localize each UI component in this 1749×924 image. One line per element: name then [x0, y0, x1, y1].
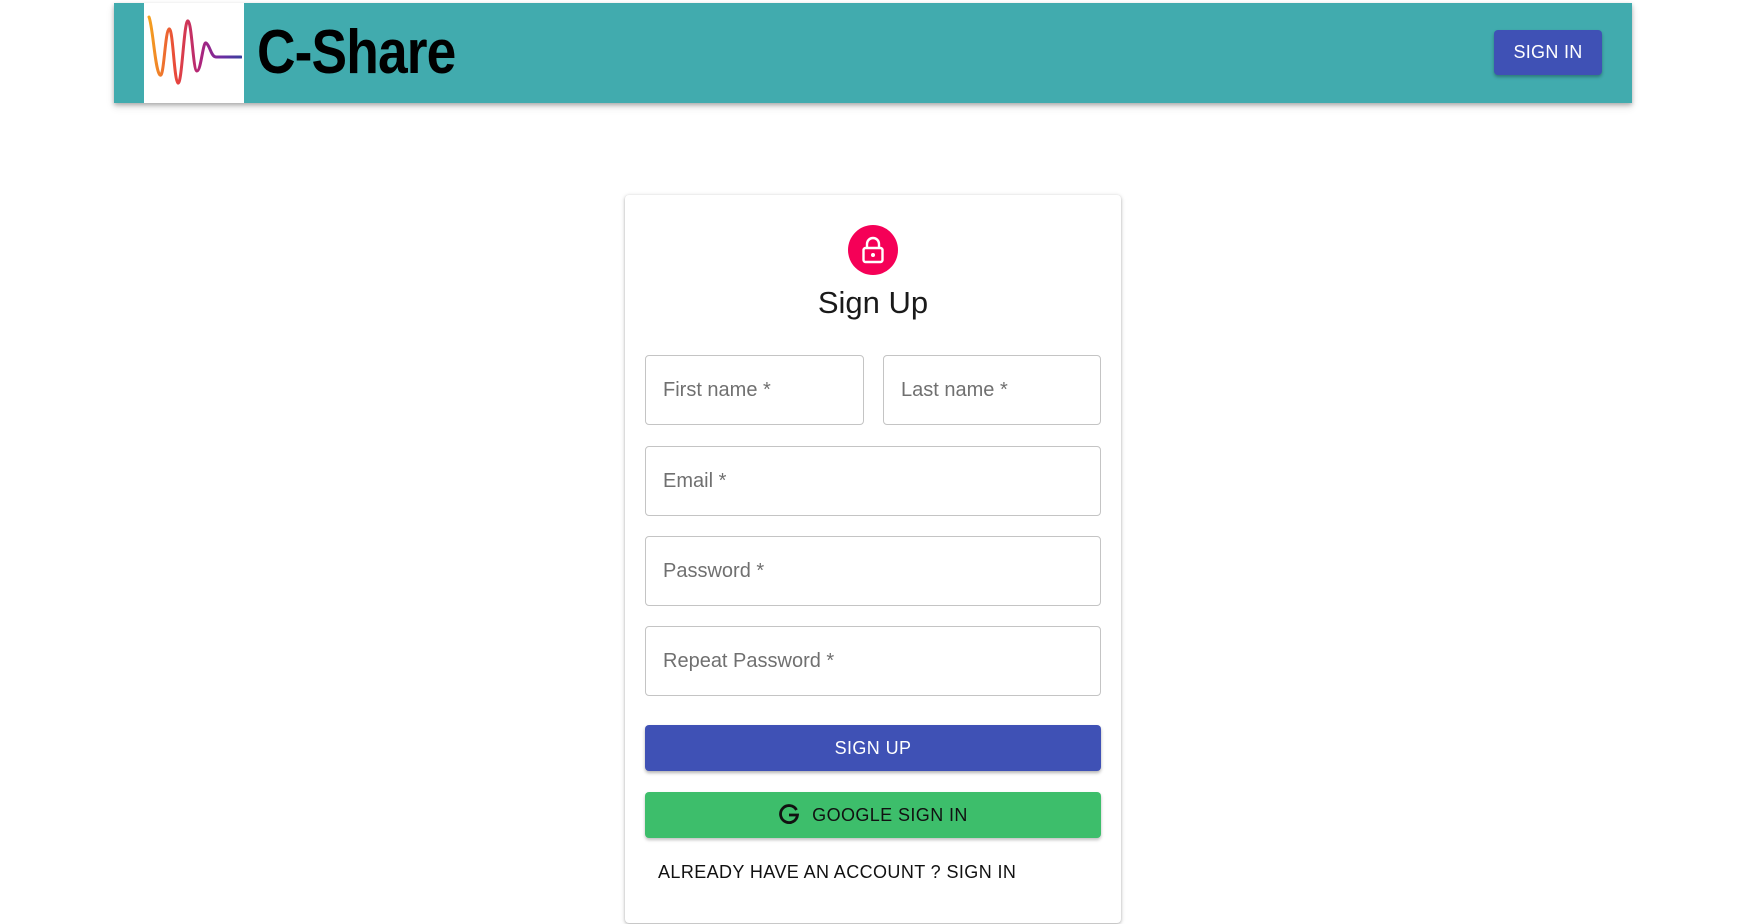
- email-input[interactable]: [645, 446, 1101, 516]
- lock-avatar: [848, 225, 898, 275]
- header-sign-in-button[interactable]: SIGN IN: [1494, 30, 1602, 75]
- waveform-logo-icon: [147, 15, 242, 85]
- google-g-icon: [778, 804, 800, 826]
- last-name-input[interactable]: [883, 355, 1101, 425]
- google-sign-in-label: GOOGLE SIGN IN: [812, 804, 968, 825]
- app-bar: C-Share SIGN IN: [114, 3, 1632, 103]
- google-sign-in-button[interactable]: GOOGLE SIGN IN: [645, 792, 1101, 838]
- page-title: Sign Up: [817, 285, 929, 320]
- logo[interactable]: [144, 3, 244, 103]
- repeat-password-input[interactable]: [645, 626, 1101, 696]
- sign-in-link[interactable]: ALREADY HAVE AN ACCOUNT ? SIGN IN: [658, 862, 1016, 883]
- sign-up-button[interactable]: SIGN UP: [645, 725, 1101, 771]
- lock-icon: [862, 236, 884, 264]
- brand-name: C-Share: [257, 18, 456, 87]
- password-input[interactable]: [645, 536, 1101, 606]
- signup-card: Sign Up SIGN UP GOOGLE SIGN IN ALREADY H…: [625, 195, 1121, 923]
- first-name-input[interactable]: [645, 355, 864, 425]
